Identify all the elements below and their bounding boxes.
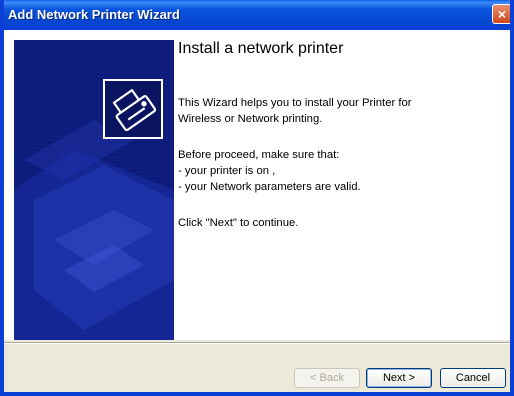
next-button[interactable]: Next >: [366, 368, 432, 388]
checklist-item-network-params: - your Network parameters are valid.: [178, 181, 361, 193]
window-title: Add Network Printer Wizard: [8, 7, 180, 22]
intro-line-1: This Wizard helps you to install your Pr…: [178, 97, 412, 109]
cancel-button[interactable]: Cancel: [440, 368, 506, 388]
wizard-window: Add Network Printer Wizard × Install a n…: [0, 0, 514, 396]
wizard-side-banner: [14, 40, 174, 340]
checklist-item-printer-on: - your printer is on ,: [178, 165, 276, 177]
close-icon[interactable]: ×: [492, 4, 510, 24]
intro-line-2: Wireless or Network printing.: [178, 113, 323, 125]
back-button[interactable]: < Back: [294, 368, 360, 388]
wizard-content: Install a network printer This Wizard he…: [4, 30, 510, 340]
printer-illustration: [14, 40, 174, 340]
printer-icon: [103, 79, 163, 139]
wizard-client-area: Install a network printer This Wizard he…: [4, 30, 510, 392]
title-bar[interactable]: Add Network Printer Wizard ×: [4, 0, 510, 30]
footer-divider: [4, 342, 510, 344]
before-proceed-text: Before proceed, make sure that:: [178, 149, 340, 161]
page-title: Install a network printer: [178, 40, 344, 57]
click-next-instruction: Click "Next" to continue.: [178, 217, 299, 229]
